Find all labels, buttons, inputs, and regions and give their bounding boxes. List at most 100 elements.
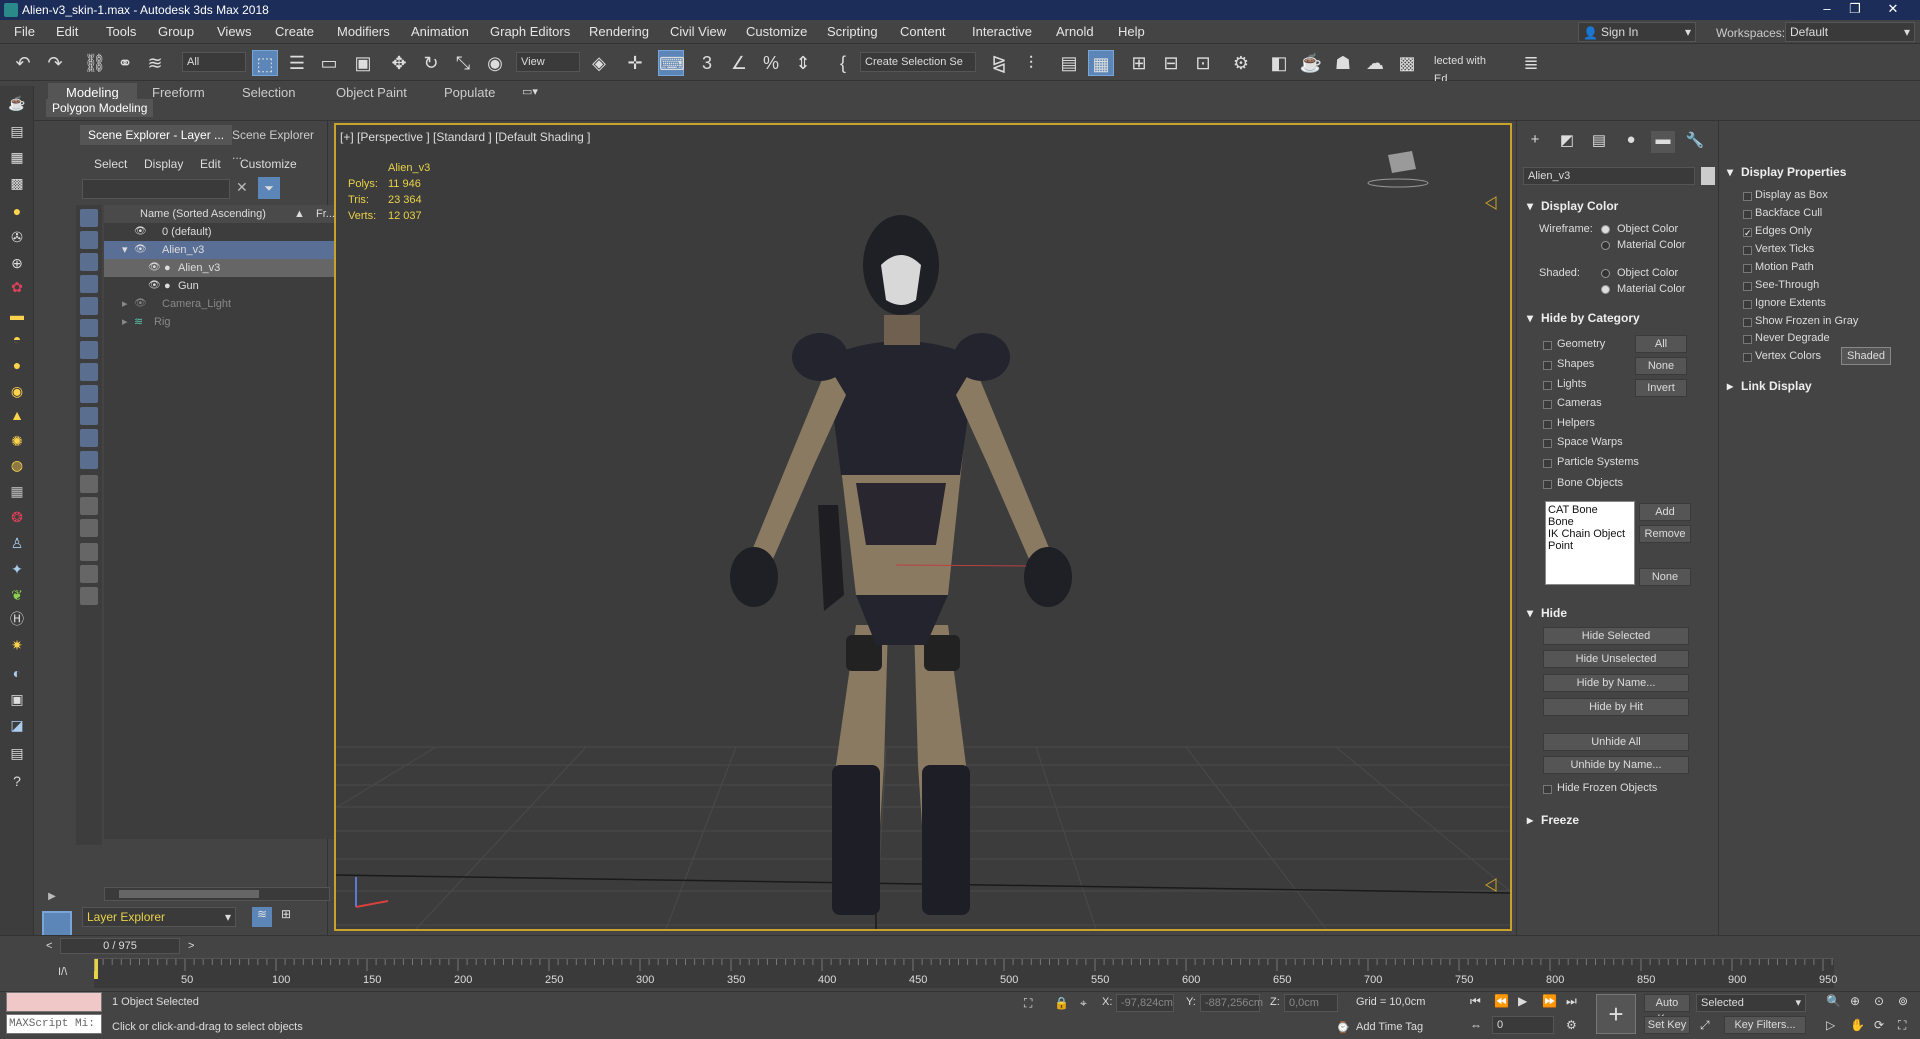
key-mode-icon[interactable]: ⇔ [1470,1018,1482,1032]
go-to-end-icon[interactable]: ⏭ [1566,994,1577,1009]
column-frozen-header[interactable]: Fr... [316,205,335,223]
hide-by-category-heading[interactable]: Hide by Category [1541,311,1640,325]
percent-snap-icon[interactable]: % [758,50,784,76]
geosphere-icon[interactable]: ◍ [6,454,28,476]
wireframe-material-color-radio[interactable] [1601,241,1610,250]
display-color-heading[interactable]: Display Color [1541,199,1618,213]
list-icon[interactable]: ▤ [6,120,28,142]
angle-snap-icon[interactable]: ∠ [726,50,752,76]
absolute-mode-icon[interactable]: ⌖ [1080,996,1087,1011]
snap-icon[interactable]: 3 [694,50,720,76]
scene-states-icon[interactable]: ≣ [1518,50,1544,76]
menu-animation[interactable]: Animation [411,24,469,39]
tab-scene-explorer[interactable]: Scene Explorer ... [224,125,327,162]
helper-icon[interactable]: ⊕ [6,252,28,274]
move-icon[interactable]: ✥ [386,50,412,76]
shaded-material-color-radio[interactable] [1601,285,1610,294]
expand-icon[interactable]: ▾ [122,241,128,259]
key-mode-select[interactable]: Selected ▾ [1696,994,1806,1012]
list-item[interactable]: Bone [1548,516,1632,528]
object-name-field[interactable]: Alien_v3 [1523,167,1695,185]
eye-icon[interactable]: 👁 [148,259,161,277]
vertex-ticks-checkbox[interactable] [1743,246,1752,255]
lights-filter-icon[interactable] [80,253,98,271]
eye-icon[interactable]: 👁 [134,223,147,241]
biped-icon[interactable]: ✦ [6,558,28,580]
geometry-checkbox[interactable] [1543,341,1552,350]
eye-icon[interactable]: 👁 [134,241,147,259]
unhide-all-button[interactable]: Unhide All [1543,733,1689,751]
tab-scene-explorer-layer[interactable]: Scene Explorer - Layer ... [80,125,233,145]
expand-icon[interactable]: ▸ [1727,379,1733,393]
field-of-view-icon[interactable]: ▷ [1826,1018,1835,1032]
sign-in-button[interactable]: 👤 Sign In ▾ [1578,22,1696,42]
named-selection-select[interactable]: Create Selection Se [860,52,976,72]
collapse-icon[interactable]: ▾ [1527,199,1533,213]
schedule-icon[interactable]: ▦ [6,146,28,168]
material-ball-icon[interactable]: ◐ [6,662,28,684]
column-name-header[interactable]: Name (Sorted Ascending) [140,205,266,223]
groups-filter-icon[interactable] [80,341,98,359]
menu-graph-editors[interactable]: Graph Editors [490,24,570,39]
window-crossing-icon[interactable]: ▣ [350,50,376,76]
menu-tools[interactable]: Tools [106,24,136,39]
z-field[interactable]: 0,0cm [1284,994,1338,1012]
selection-filter[interactable]: All [182,52,246,72]
create-icon[interactable]: ☕ [6,92,28,114]
key-filters-button[interactable]: Key Filters... [1724,1016,1806,1034]
menu-group[interactable]: Group [158,24,194,39]
polygon-modeling-tab[interactable]: Polygon Modeling [46,99,154,117]
invert-button[interactable]: Invert [1635,379,1687,397]
auto-key-button[interactable]: Auto Key [1644,994,1690,1025]
scale-icon[interactable]: ⤡ [450,50,476,76]
time-config-icon[interactable]: ⚙ [1566,1018,1577,1032]
spacewarps-filter-icon[interactable] [80,319,98,337]
gear-icon[interactable]: ✷ [6,634,28,656]
cameras-checkbox[interactable] [1543,400,1552,409]
orbit-icon[interactable]: ⟳ [1874,1018,1884,1032]
vertex-colors-checkbox[interactable] [1743,353,1752,362]
zoom-icon[interactable]: 🔍 [1826,994,1841,1008]
menu-file[interactable]: File [14,24,35,39]
time-slider[interactable]: 0 / 975 [60,938,180,954]
none-button[interactable]: None [1635,357,1687,375]
list-item[interactable]: Point [1548,540,1632,552]
toggle-ribbon-icon[interactable]: ▦ [1088,50,1114,76]
foliage-icon[interactable]: ❦ [6,584,28,606]
select-by-name-icon[interactable]: ☰ [284,50,310,76]
edit-named-sel-icon[interactable]: { [830,50,856,76]
set-key-plus-button[interactable]: + [1596,994,1636,1034]
maximize-button[interactable]: ❐ [1842,0,1868,20]
layer-options-icon[interactable]: ⊞ [276,907,296,927]
menu-edit[interactable]: Edit [56,24,78,39]
hide-unselected-button[interactable]: Hide Unselected [1543,650,1689,668]
torus-icon[interactable]: ◉ [6,380,28,402]
play-icon[interactable]: ▶ [1518,994,1527,1008]
manipulate-icon[interactable]: ✛ [622,50,648,76]
see-through-checkbox[interactable] [1743,282,1752,291]
plane-icon[interactable]: ▦ [6,480,28,502]
cone-icon[interactable]: ▲ [6,404,28,426]
keyboard-shortcut-icon[interactable]: ⌨ [658,50,685,76]
geometry-filter-icon[interactable] [80,209,98,227]
pivot-icon[interactable]: ◈ [586,50,612,76]
spinner-snap-icon[interactable]: ⇕ [790,50,816,76]
se-menu-select[interactable]: Select [94,157,127,171]
list-item[interactable]: 👁 0 (default) ❄ [104,223,368,241]
cylinder-icon[interactable]: ● [6,354,28,376]
display-properties-heading[interactable]: Display Properties [1741,165,1846,179]
sun-icon[interactable]: ✺ [6,430,28,452]
helpers-filter-icon[interactable] [80,297,98,315]
zoom-extents-all-icon[interactable]: ⊚ [1898,994,1908,1008]
display-all-icon[interactable] [80,475,98,493]
terrain-icon[interactable]: Ⓗ [6,608,28,630]
material-icon[interactable]: ▣ [6,688,28,710]
clear-search-icon[interactable]: ✕ [236,179,248,196]
list-item[interactable]: ▸ 👁 Camera_Light ❄ [104,295,368,313]
prev-key-icon[interactable]: ⏪ [1494,994,1509,1008]
bones-filter-icon[interactable] [80,385,98,403]
curve-editor-icon[interactable]: ⊞ [1126,50,1152,76]
menu-civil-view[interactable]: Civil View [670,24,726,39]
scrollbar-thumb[interactable] [119,890,259,898]
never-degrade-checkbox[interactable] [1743,335,1752,344]
